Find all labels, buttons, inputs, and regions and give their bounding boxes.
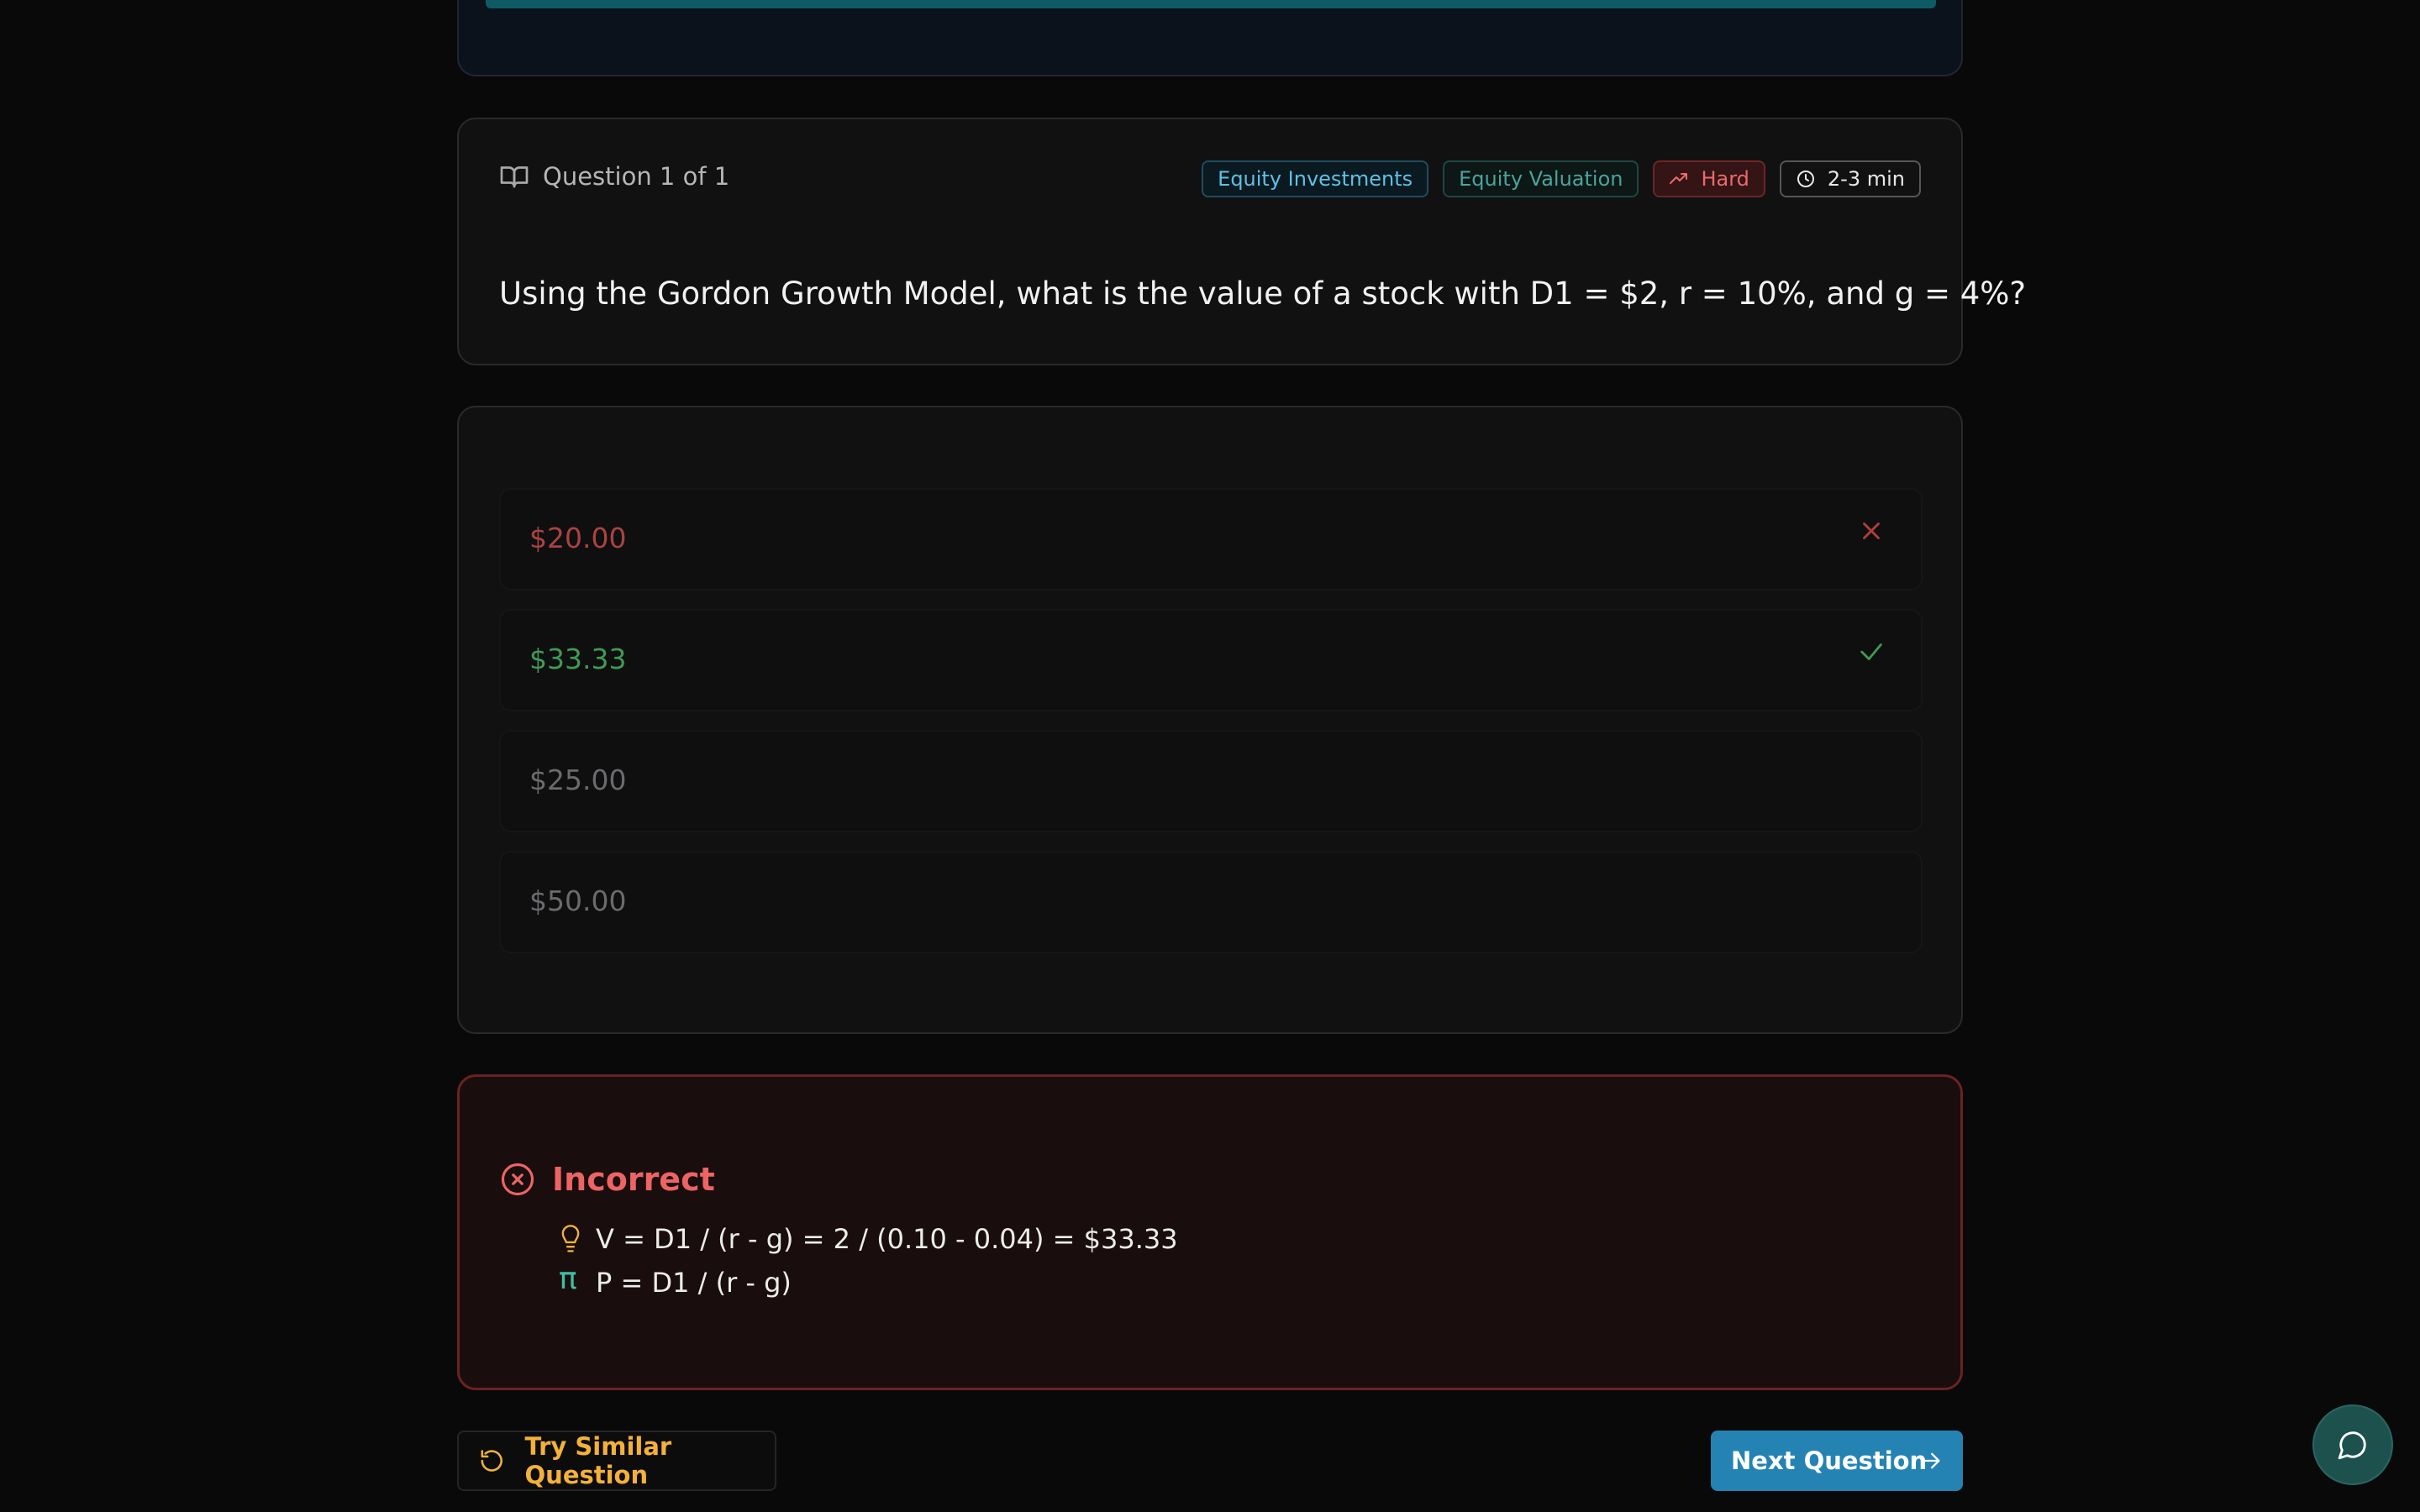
answer-option-label: $25.00 — [529, 764, 627, 796]
answer-option[interactable]: $33.33 — [499, 609, 1923, 711]
feedback-status: Incorrect — [552, 1161, 715, 1198]
question-text: Using the Gordon Growth Model, what is t… — [499, 276, 2027, 312]
subtopic-tag-label: Equity Valuation — [1459, 167, 1623, 191]
next-question-label: Next Question — [1731, 1446, 1928, 1475]
answer-option[interactable]: $50.00 — [499, 851, 1923, 953]
difficulty-badge: Hard — [1653, 160, 1765, 197]
trending-up-icon — [1670, 173, 1688, 184]
progress-bar — [486, 0, 1936, 8]
book-icon — [500, 166, 529, 188]
question-tags: Equity Investments Equity Valuation Hard… — [1202, 160, 1921, 197]
arrow-right-icon — [1922, 1452, 1940, 1469]
time-badge: 2-3 min — [1779, 160, 1921, 197]
chat-button[interactable] — [2312, 1404, 2393, 1485]
lightbulb-icon — [561, 1225, 580, 1252]
try-similar-label: Try Similar Question — [524, 1432, 672, 1489]
formula-line: π P = D1 / (r - g) — [559, 1262, 792, 1299]
formula-text: P = D1 / (r - g) — [596, 1267, 792, 1299]
refresh-icon — [481, 1450, 502, 1472]
feedback-title: Incorrect — [500, 1161, 715, 1198]
pi-icon: π — [559, 1262, 577, 1296]
next-question-button[interactable]: Next Question — [1711, 1431, 1963, 1491]
explanation-line: V = D1 / (r - g) = 2 / (0.10 - 0.04) = $… — [559, 1223, 1178, 1255]
answer-option-label: $33.33 — [529, 643, 627, 675]
question-counter: Question 1 of 1 — [543, 162, 730, 191]
question-card: Question 1 of 1 Equity Investments Equit… — [457, 118, 2027, 365]
topic-tag-label: Equity Investments — [1218, 167, 1413, 191]
answer-options-card: $20.00 $33.33 $25.00 $50.00 — [457, 406, 1963, 1034]
check-icon — [1860, 643, 1882, 660]
try-similar-question-button[interactable]: Try Similar Question — [457, 1431, 776, 1491]
answer-option-label: $50.00 — [529, 885, 627, 917]
clock-icon — [1797, 171, 1814, 187]
progress-card — [457, 0, 1963, 76]
x-circle-icon — [501, 1163, 534, 1196]
time-label: 2-3 min — [1827, 167, 1905, 191]
answer-option[interactable]: $25.00 — [499, 730, 1923, 832]
explanation-text: V = D1 / (r - g) = 2 / (0.10 - 0.04) = $… — [596, 1223, 1178, 1255]
answer-option-label: $20.00 — [529, 522, 627, 554]
question-header: Question 1 of 1 — [499, 156, 729, 197]
chat-bubble-icon — [2338, 1431, 2366, 1460]
topic-tag: Equity Investments — [1202, 160, 1429, 197]
answer-option[interactable]: $20.00 — [499, 488, 1923, 591]
x-icon — [1863, 522, 1880, 539]
difficulty-label: Hard — [1701, 167, 1749, 191]
feedback-card: Incorrect V = D1 / (r - g) = 2 / (0.10 -… — [457, 1074, 1963, 1390]
subtopic-tag: Equity Valuation — [1443, 160, 1639, 197]
